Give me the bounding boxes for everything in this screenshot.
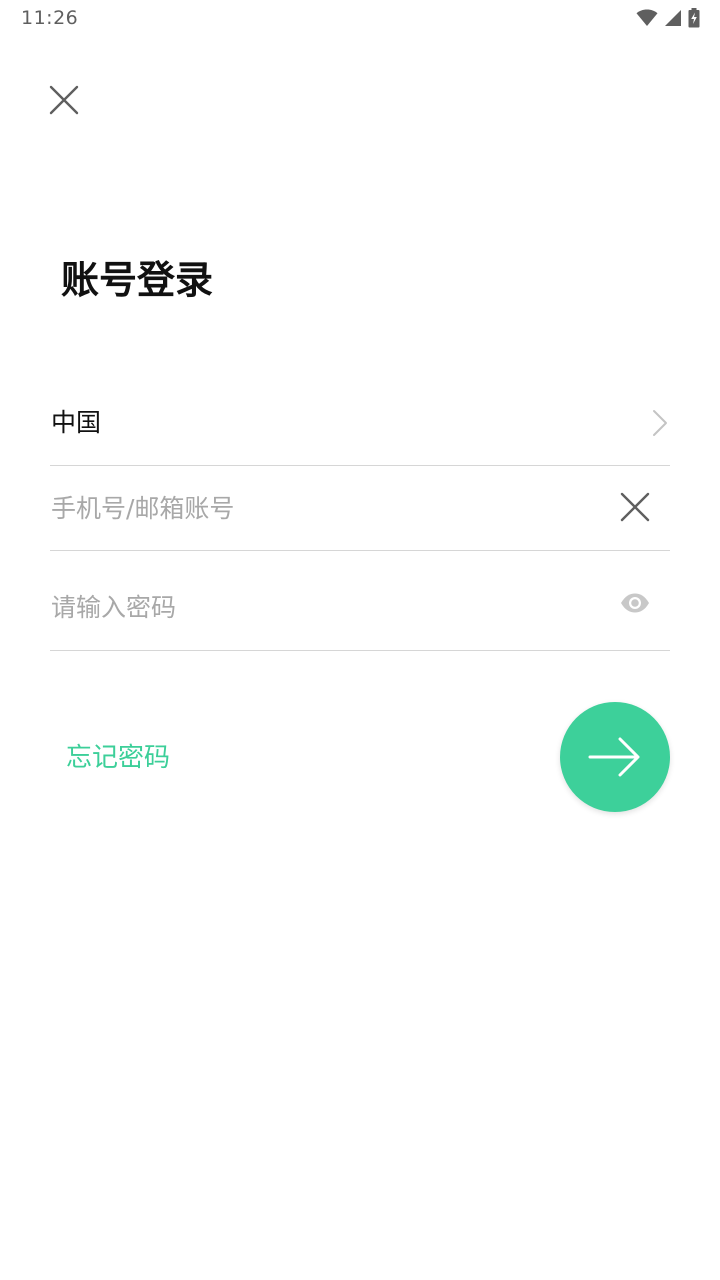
country-selector[interactable]: 中国 bbox=[50, 381, 670, 466]
close-icon bbox=[49, 85, 79, 115]
account-field-row bbox=[50, 466, 670, 551]
account-input[interactable] bbox=[50, 486, 591, 530]
forgot-password-link[interactable]: 忘记密码 bbox=[66, 738, 170, 778]
eye-icon bbox=[620, 593, 650, 613]
country-value: 中国 bbox=[51, 408, 102, 437]
close-button[interactable] bbox=[42, 78, 86, 122]
arrow-right-icon bbox=[588, 737, 642, 777]
chevron-right-icon bbox=[652, 409, 668, 437]
password-input[interactable] bbox=[50, 585, 591, 629]
status-bar: 11:26 bbox=[0, 0, 720, 36]
clear-account-button[interactable] bbox=[618, 490, 652, 524]
password-field-row bbox=[50, 551, 670, 651]
status-icons bbox=[636, 7, 700, 29]
signal-icon bbox=[664, 9, 682, 27]
battery-charging-icon bbox=[688, 8, 700, 28]
toggle-password-visibility-button[interactable] bbox=[618, 589, 652, 617]
page-title: 账号登录 bbox=[61, 258, 214, 302]
login-submit-button[interactable] bbox=[560, 702, 670, 812]
close-icon bbox=[620, 492, 650, 522]
wifi-icon bbox=[636, 9, 658, 27]
status-time: 11:26 bbox=[21, 7, 79, 29]
